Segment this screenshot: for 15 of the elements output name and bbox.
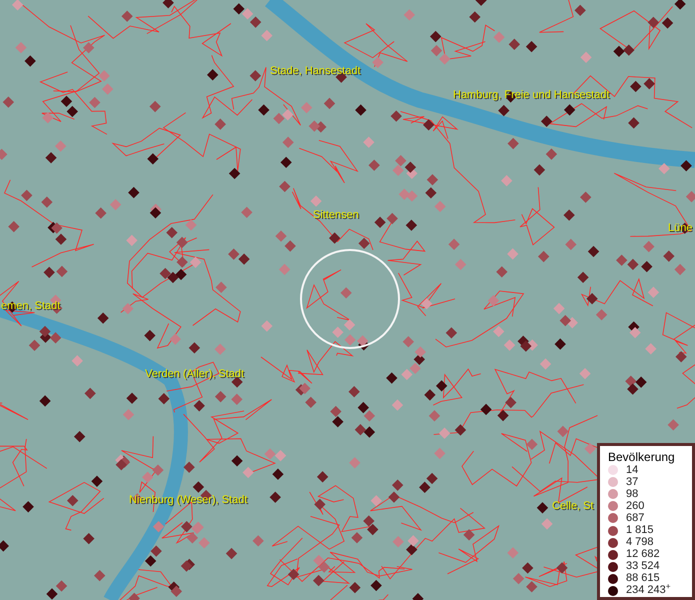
legend-value: 260 [626,500,644,512]
legend-value: 234 243$^{+}$ [626,585,671,596]
legend-title: Bevölkerung [608,450,676,464]
legend-value: 98 [626,488,638,500]
legend-value: 12 682 [626,549,660,560]
legend-value: 14 [626,464,638,476]
place-label: Celle, St [552,501,594,512]
place-label: Sittensen [313,210,359,221]
legend-value: 687 [626,512,644,524]
legend-value: 33 524 [626,561,660,572]
legend-value: 4 798 [626,537,654,548]
place-label: Stade, Hansestadt [270,66,361,77]
legend-value: 88 615 [626,573,660,584]
legend-value: 1 815 [626,525,654,536]
legend-value: 37 [626,476,638,488]
